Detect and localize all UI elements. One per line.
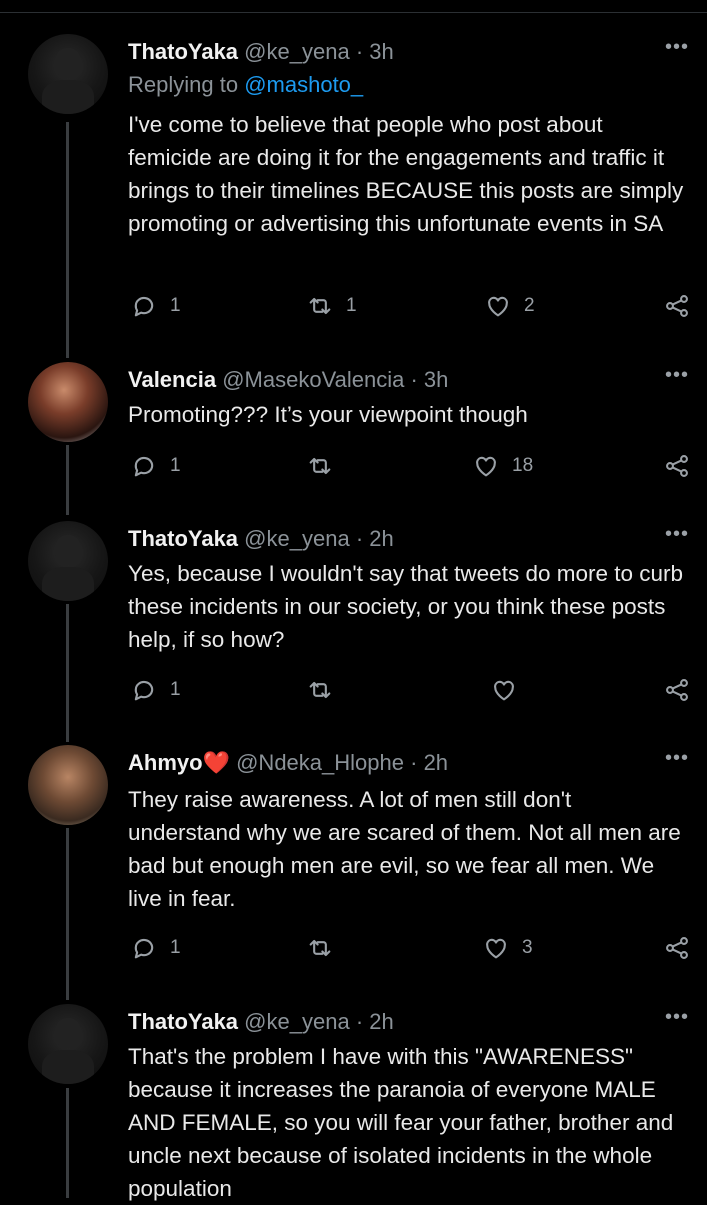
timestamp[interactable]: 3h bbox=[424, 367, 448, 392]
avatar[interactable] bbox=[28, 1004, 108, 1084]
timestamp[interactable]: 2h bbox=[369, 526, 393, 551]
heart-outline-icon bbox=[494, 680, 514, 701]
timestamp[interactable]: 2h bbox=[424, 750, 448, 775]
thread-line bbox=[66, 122, 69, 358]
separator-dot: · bbox=[410, 750, 418, 775]
tweet-text: Promoting??? It’s your viewpoint though bbox=[128, 402, 528, 427]
display-name[interactable]: Ahmyo bbox=[128, 750, 203, 775]
separator-dot: · bbox=[410, 367, 418, 392]
share-button[interactable] bbox=[663, 292, 691, 320]
like-button[interactable]: 18 bbox=[472, 452, 533, 480]
retweet-button[interactable] bbox=[306, 676, 346, 704]
separator-dot: · bbox=[355, 39, 364, 64]
replying-to-link[interactable]: @mashoto_ bbox=[244, 72, 363, 97]
heart-outline-icon bbox=[488, 296, 508, 317]
replying-to: Replying to @mashoto_ bbox=[128, 72, 363, 98]
timestamp[interactable]: 2h bbox=[369, 1009, 393, 1034]
tweet-text: Yes, because I wouldn't say that tweets … bbox=[128, 561, 684, 652]
user-handle[interactable]: @MasekoValencia bbox=[222, 367, 404, 392]
retweet-button[interactable] bbox=[306, 452, 346, 480]
user-handle[interactable]: @ke_yena bbox=[244, 39, 350, 64]
thread-line bbox=[66, 445, 69, 515]
avatar[interactable] bbox=[28, 745, 108, 825]
more-options-icon[interactable]: ••• bbox=[665, 1006, 689, 1029]
like-count: 3 bbox=[522, 937, 533, 958]
display-name[interactable]: ThatoYaka bbox=[128, 39, 238, 64]
tweet-header: ThatoYaka @ke_yena · 2h bbox=[128, 1008, 394, 1036]
retweet-button[interactable]: 1 bbox=[306, 292, 357, 320]
tweet-header: Ahmyo❤️ @Ndeka_Hlophe · 2h bbox=[128, 749, 448, 777]
timestamp[interactable]: 3h bbox=[369, 39, 393, 64]
thread-line bbox=[66, 604, 69, 742]
share-button[interactable] bbox=[663, 676, 691, 704]
share-icon bbox=[666, 937, 688, 959]
tweet-header: ThatoYaka @ke_yena · 2h bbox=[128, 525, 394, 553]
avatar[interactable] bbox=[28, 362, 108, 442]
replying-to-label: Replying to bbox=[128, 72, 239, 97]
user-handle[interactable]: @ke_yena bbox=[244, 526, 350, 551]
like-count: 2 bbox=[524, 295, 535, 316]
thread-line bbox=[66, 1088, 69, 1198]
tweet-actions: 1 1 2 bbox=[128, 292, 693, 322]
avatar[interactable] bbox=[28, 34, 108, 114]
tweet-actions: 1 18 bbox=[128, 452, 693, 482]
thread-line bbox=[66, 828, 69, 1000]
tweet-text: That's the problem I have with this "AWA… bbox=[128, 1044, 674, 1201]
more-options-icon[interactable]: ••• bbox=[665, 523, 689, 546]
retweet-icon bbox=[309, 297, 331, 315]
reply-icon bbox=[134, 297, 154, 317]
top-divider bbox=[0, 12, 707, 13]
reply-count: 1 bbox=[170, 937, 181, 958]
tweet-actions: 1 3 bbox=[128, 934, 693, 964]
separator-dot: · bbox=[355, 526, 364, 551]
share-icon bbox=[666, 679, 688, 701]
reply-button[interactable]: 1 bbox=[130, 452, 181, 480]
display-name[interactable]: Valencia bbox=[128, 367, 216, 392]
heart-outline-icon bbox=[486, 938, 506, 959]
tweet-actions: 1 bbox=[128, 676, 693, 706]
retweet-icon bbox=[309, 457, 331, 475]
more-options-icon[interactable]: ••• bbox=[665, 36, 689, 59]
tweet-header: ThatoYaka @ke_yena · 3h bbox=[128, 38, 394, 66]
user-handle[interactable]: @ke_yena bbox=[244, 1009, 350, 1034]
retweet-icon bbox=[309, 939, 331, 957]
more-options-icon[interactable]: ••• bbox=[665, 747, 689, 770]
reply-icon bbox=[134, 681, 154, 701]
like-button[interactable] bbox=[490, 676, 530, 704]
separator-dot: · bbox=[355, 1009, 364, 1034]
display-name[interactable]: ThatoYaka bbox=[128, 1009, 238, 1034]
tweet-text: They raise awareness. A lot of men still… bbox=[128, 787, 681, 911]
like-button[interactable]: 2 bbox=[484, 292, 535, 320]
like-button[interactable]: 3 bbox=[482, 934, 533, 962]
user-handle[interactable]: @Ndeka_Hlophe bbox=[236, 750, 404, 775]
reply-button[interactable]: 1 bbox=[130, 934, 181, 962]
reply-button[interactable]: 1 bbox=[130, 292, 181, 320]
avatar[interactable] bbox=[28, 521, 108, 601]
reply-icon bbox=[134, 457, 154, 477]
tweet-text: I've come to believe that people who pos… bbox=[128, 112, 684, 236]
display-name[interactable]: ThatoYaka bbox=[128, 526, 238, 551]
share-button[interactable] bbox=[663, 934, 691, 962]
retweet-button[interactable] bbox=[306, 934, 346, 962]
reply-button[interactable]: 1 bbox=[130, 676, 181, 704]
more-options-icon[interactable]: ••• bbox=[665, 364, 689, 387]
reply-count: 1 bbox=[170, 455, 181, 476]
reply-count: 1 bbox=[170, 679, 181, 700]
reply-icon bbox=[134, 939, 154, 959]
like-count: 18 bbox=[512, 455, 534, 476]
retweet-icon bbox=[309, 681, 331, 699]
share-button[interactable] bbox=[663, 452, 691, 480]
retweet-count: 1 bbox=[346, 295, 357, 316]
heart-outline-icon bbox=[476, 456, 496, 477]
share-icon bbox=[666, 295, 688, 317]
red-heart-emoji: ❤️ bbox=[202, 750, 230, 775]
reply-count: 1 bbox=[170, 295, 181, 316]
tweet-header: Valencia @MasekoValencia · 3h bbox=[128, 366, 448, 394]
share-icon bbox=[666, 455, 688, 477]
